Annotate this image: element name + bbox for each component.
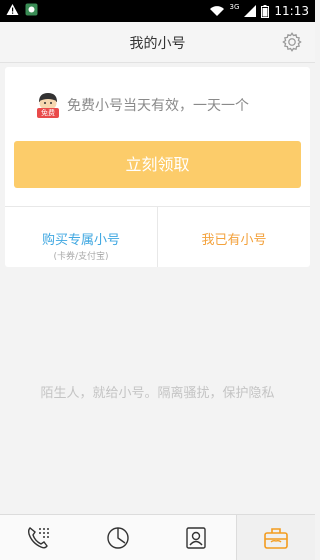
buy-exclusive-number-button[interactable]: 购买专属小号 (卡券/支付宝) [5,207,157,267]
already-have-number-label: 我已有小号 [201,233,267,248]
claim-now-button[interactable]: 立刻领取 [14,141,301,188]
bottom-nav [0,514,315,560]
signal-icon [244,5,257,17]
wifi-icon [209,6,224,16]
already-have-number-button[interactable]: 我已有小号 [158,207,310,267]
tagline: 陌生人，就给小号。隔离骚扰，保护隐私 [40,386,275,401]
promo-row: 免费 免费小号当天有效，一天一个 [35,91,249,119]
clock-time: 11:13 [274,4,309,18]
buy-exclusive-number-label: 购买专属小号 [41,233,120,248]
briefcase-icon [263,527,288,549]
mascot-icon: 免费 [35,91,61,119]
contacts-icon [186,526,206,549]
mascot-badge-text: 免费 [41,109,55,117]
status-bar: 3G 11:13 [0,0,315,22]
promo-text: 免费小号当天有效，一天一个 [67,98,249,114]
tab-dialer[interactable] [0,515,79,560]
alert-notification-icon [6,4,19,15]
tab-my-numbers[interactable] [235,515,315,560]
app-header: 我的小号 [0,22,315,63]
dialpad-icon [28,526,50,548]
free-number-card: 免费 免费小号当天有效，一天一个 立刻领取 购买专属小号 (卡券/支付宝) 我已… [5,67,310,267]
page-title: 我的小号 [129,36,186,52]
tab-history[interactable] [79,515,158,560]
tab-contacts[interactable] [157,515,236,560]
payment-methods-note: (卡券/支付宝) [53,252,109,262]
battery-icon [261,4,270,18]
app-notification-icon [25,3,38,16]
clock-icon [107,526,129,549]
gear-icon[interactable] [281,31,303,53]
network-type: 3G [229,3,240,11]
